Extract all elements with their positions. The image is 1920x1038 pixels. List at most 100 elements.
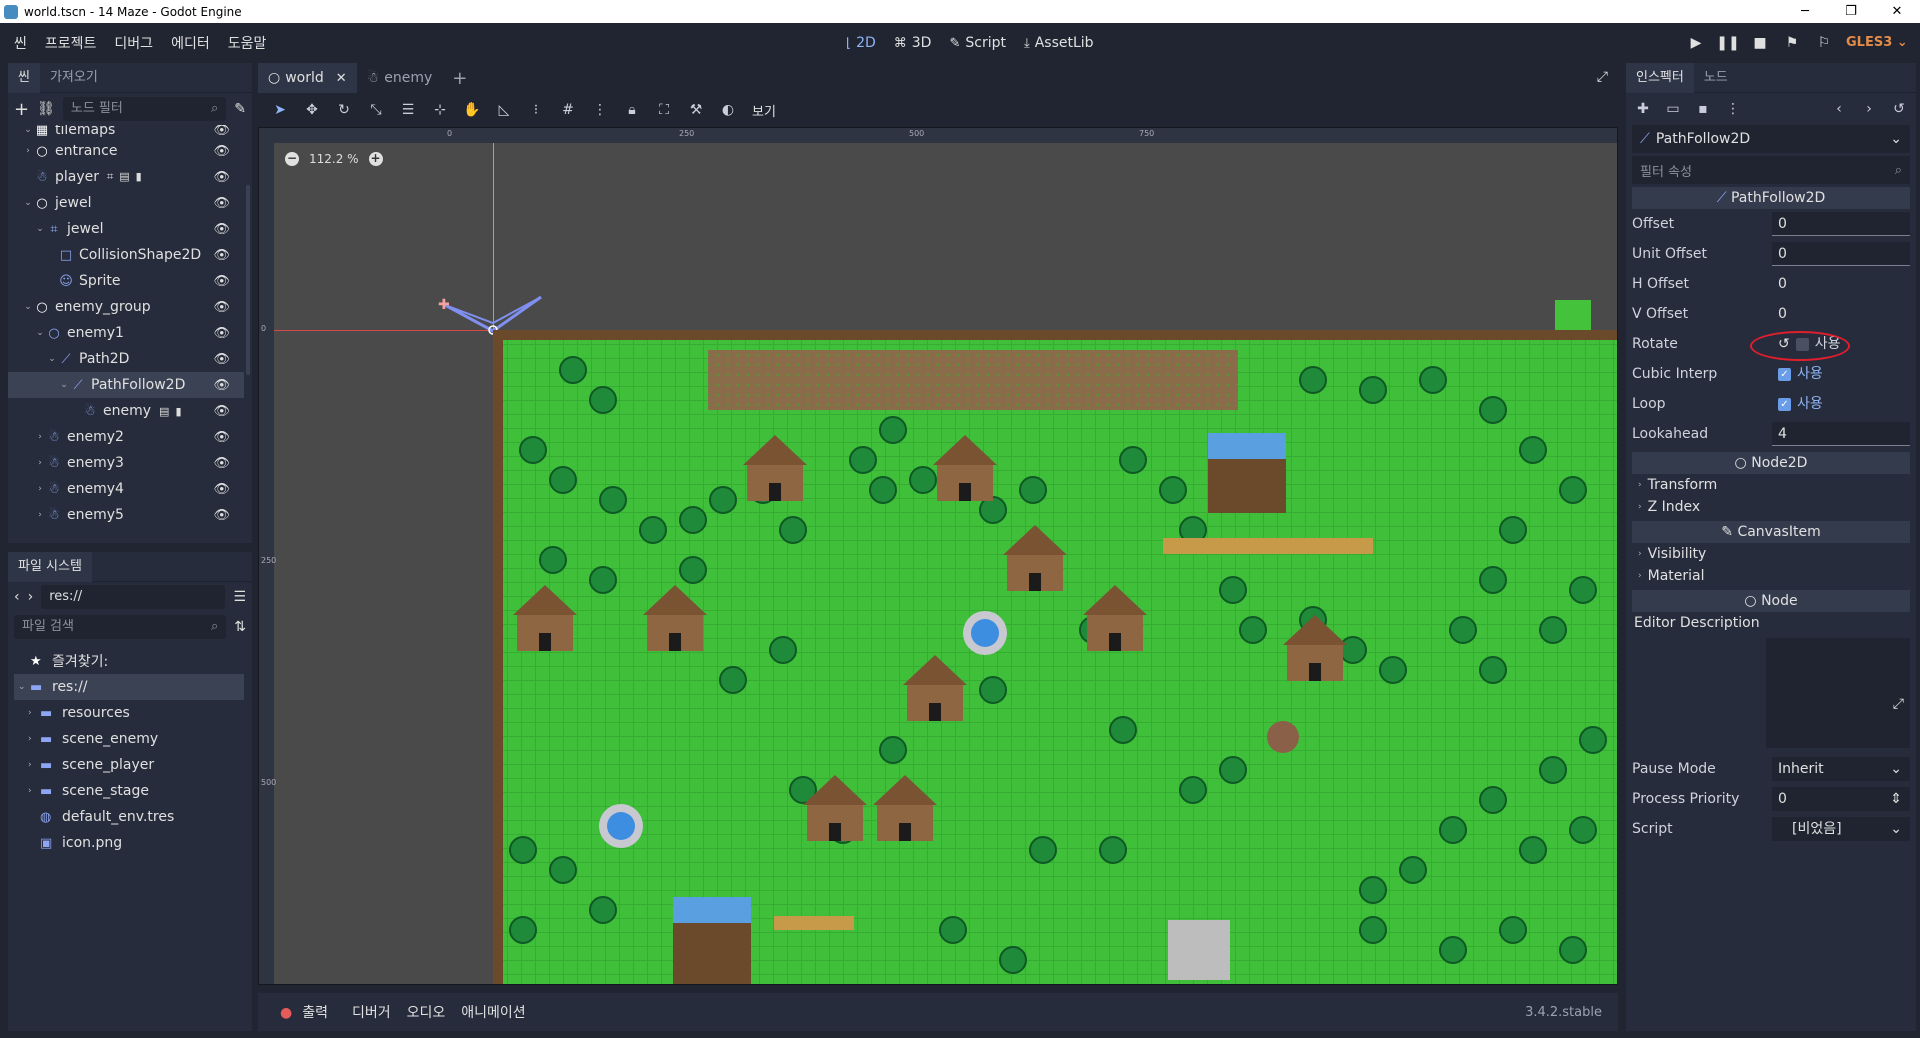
zoom-level[interactable]: 112.2 % [309, 152, 359, 166]
visibility-eye-icon[interactable]: 👁︎ [213, 144, 230, 159]
chevron-right-icon[interactable]: › [34, 458, 46, 468]
smart-snap-icon[interactable]: ⁝ [520, 102, 552, 118]
rotate-tool-icon[interactable]: ↻ [328, 102, 360, 118]
check-icon[interactable]: ✓ [1778, 367, 1791, 381]
chevron-right-icon[interactable]: › [34, 432, 46, 442]
file-item[interactable]: › ▬ scene_stage [14, 778, 244, 804]
pan-tool-icon[interactable]: ✋ [456, 102, 488, 118]
tab-enemy[interactable]: ☃ enemy [357, 63, 443, 93]
pause-mode-select[interactable]: Inherit ⌄ [1772, 757, 1910, 781]
more-icon[interactable]: ⋮ [584, 102, 616, 118]
scene-tree-row[interactable]: › ○ entrance 👁︎ [8, 138, 244, 164]
group-zindex[interactable]: › Z Index [1632, 496, 1910, 518]
mode-2d-button[interactable]: ⌊ 2D [846, 35, 876, 51]
unit-offset-field[interactable]: 0 [1772, 242, 1910, 266]
menu-scene[interactable]: 씬 [14, 33, 27, 53]
script-select[interactable]: [비었음] ⌄ [1772, 817, 1910, 841]
tab-animation[interactable]: 애니메이션 [461, 1002, 525, 1022]
sort-icon[interactable]: ⇅ [234, 619, 246, 635]
check-icon[interactable]: ✓ [1778, 397, 1791, 411]
editor-description-box[interactable]: ⤢ [1766, 638, 1910, 748]
scene-tree-row[interactable]: ⌄ ⟋ PathFollow2D 👁︎ [8, 372, 244, 398]
history-forward-icon[interactable]: › [1858, 101, 1880, 117]
scene-tree-row[interactable]: ›○UI👁︎ [8, 528, 244, 530]
scene-tree-row[interactable]: ☺ Sprite 👁︎ [8, 268, 244, 294]
expand-icon[interactable]: ⤢ [1893, 696, 1904, 712]
scene-tree-row[interactable]: › ☃ enemy5 👁︎ [8, 502, 244, 528]
chevron-right-icon[interactable]: › [28, 708, 40, 718]
stepper-icon[interactable]: ⇕ [1890, 787, 1902, 811]
chevron-right-icon[interactable]: › [28, 760, 40, 770]
chevron-down-icon[interactable]: ⌄ [34, 328, 46, 338]
scene-tree-scrollbar[interactable] [246, 185, 250, 375]
zoom-in-button[interactable]: + [368, 152, 383, 166]
bone-icon[interactable]: ⚒ [680, 102, 712, 118]
zoom-out-button[interactable]: − [285, 152, 299, 166]
file-item[interactable]: › ▬ scene_enemy [14, 726, 244, 752]
close-window-button[interactable]: ✕ [1874, 0, 1920, 23]
mode-assetlib-button[interactable]: ⤓ AssetLib [1024, 35, 1094, 51]
pause-icon[interactable]: ❚❚ [1712, 35, 1744, 51]
stop-icon[interactable]: ■ [1744, 35, 1776, 51]
mode-script-button[interactable]: ✎ Script [949, 35, 1006, 51]
node-badges[interactable]: ▤ ▮ [159, 405, 181, 418]
scale-tool-icon[interactable]: ⤡ [360, 102, 392, 118]
distraction-free-icon[interactable]: ⤢ [1597, 69, 1608, 85]
mode-3d-button[interactable]: ⌘ 3D [894, 35, 932, 51]
file-item[interactable]: ⌄ ▬ res:// [14, 674, 244, 700]
chevron-down-icon[interactable]: ⌄ [22, 302, 34, 312]
loop-toggle[interactable]: ✓ 사용 [1772, 392, 1910, 416]
property-filter-input[interactable]: 필터 속성 ⌕ [1632, 156, 1910, 184]
file-item[interactable]: ▣ icon.png [14, 830, 244, 856]
visibility-eye-icon[interactable]: 👁︎ [213, 508, 230, 523]
badge-icon[interactable]: ▤ [119, 170, 129, 184]
chevron-right-icon[interactable]: › [34, 510, 46, 520]
visibility-eye-icon[interactable]: 👁︎ [213, 352, 230, 367]
badge-icon[interactable]: ▤ [159, 405, 169, 418]
visibility-eye-icon[interactable]: 👁︎ [213, 300, 230, 315]
tab-inspector[interactable]: 인스펙터 [1626, 62, 1694, 93]
tab-filesystem[interactable]: 파일 시스템 [8, 551, 92, 582]
play-icon[interactable]: ▶ [1680, 35, 1712, 51]
chevron-right-icon[interactable]: › [28, 786, 40, 796]
offset-field[interactable]: 0 [1772, 212, 1910, 236]
forward-icon[interactable]: › [28, 589, 34, 605]
chevron-down-icon[interactable]: ⌄ [22, 198, 34, 208]
chevron-down-icon[interactable]: ⌄ [18, 682, 30, 692]
cubic-toggle[interactable]: ✓ 사용 [1772, 362, 1910, 386]
v-offset-field[interactable]: 0 [1772, 302, 1910, 326]
scene-tree-row[interactable]: › ☃ enemy2 👁︎ [8, 424, 244, 450]
viewport-2d[interactable]: 0 250 500 750 0 250 500 − 112.2 % + ✚ [258, 127, 1618, 985]
world-tilemap[interactable] [493, 330, 1618, 985]
grid-snap-icon[interactable]: # [552, 102, 584, 118]
scene-tree-row[interactable]: □ CollisionShape2D 👁︎ [8, 242, 244, 268]
chevron-down-icon[interactable]: ⌄ [34, 224, 46, 234]
lock-icon[interactable]: 🔒︎ [616, 102, 648, 118]
badge-icon[interactable]: ⌗ [107, 170, 113, 184]
chevron-right-icon[interactable]: › [22, 146, 34, 156]
add-node-icon[interactable]: + [14, 99, 29, 120]
badge-icon[interactable]: ▮ [136, 170, 142, 184]
split-view-icon[interactable]: ☰ [233, 589, 246, 605]
tab-scene[interactable]: 씬 [8, 62, 40, 93]
view-menu[interactable]: 보기 [744, 101, 784, 120]
more-icon[interactable]: ⋮ [1722, 101, 1744, 117]
tab-debugger[interactable]: 디버거 [352, 1002, 391, 1022]
scene-tree-row[interactable]: ⌄ ⟋ Path2D 👁︎ [8, 346, 244, 372]
camera-icon[interactable]: ◐ [712, 102, 744, 118]
inspected-node-selector[interactable]: ⟋ PathFollow2D ⌄ [1632, 125, 1910, 153]
fs-path-field[interactable]: res:// [41, 585, 226, 609]
menu-project[interactable]: 프로젝트 [45, 33, 97, 53]
visibility-eye-icon[interactable]: 👁︎ [213, 125, 230, 138]
scene-tree-row[interactable]: ⌄ ○ enemy_group 👁︎ [8, 294, 244, 320]
visibility-eye-icon[interactable]: 👁︎ [213, 196, 230, 211]
list-select-icon[interactable]: ☰ [392, 102, 424, 118]
file-search-input[interactable]: 파일 검색 ⌕ [14, 615, 227, 639]
renderer-selector[interactable]: GLES3 ⌄ [1846, 23, 1908, 63]
link-icon[interactable]: ⛓ [37, 101, 55, 117]
visibility-eye-icon[interactable]: 👁︎ [213, 404, 230, 419]
play-scene-icon[interactable]: ⚑ [1776, 35, 1808, 51]
history-icon[interactable]: ↺ [1888, 101, 1910, 117]
h-offset-field[interactable]: 0 [1772, 272, 1910, 296]
visibility-eye-icon[interactable]: 👁︎ [213, 456, 230, 471]
